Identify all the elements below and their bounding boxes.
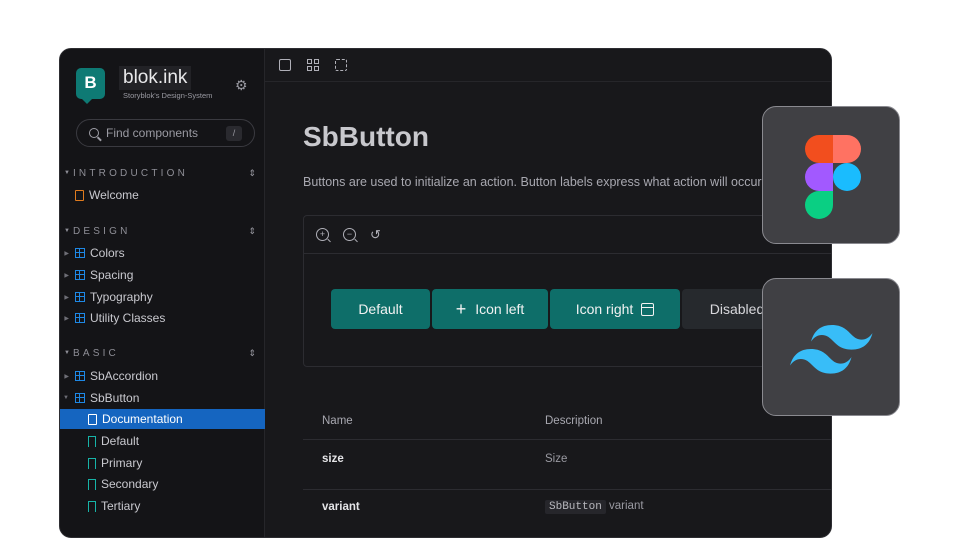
caret-right-icon: ▶ bbox=[64, 250, 69, 257]
caret-right-icon: ▶ bbox=[64, 315, 69, 322]
page-description: Buttons are used to initialize an action… bbox=[303, 175, 762, 189]
table-header-name: Name bbox=[322, 415, 353, 427]
sidebar-item-primary[interactable]: Primary bbox=[60, 453, 265, 473]
component-icon bbox=[75, 393, 85, 403]
table-divider bbox=[303, 489, 831, 490]
expand-collapse-icon[interactable]: ⇕ bbox=[248, 168, 256, 179]
sidebar-item-sbbutton[interactable]: ▼ SbButton bbox=[60, 388, 265, 408]
brand-logo-icon: B bbox=[76, 67, 105, 104]
reset-zoom-icon[interactable]: ↺ bbox=[370, 228, 381, 241]
table-cell-name: variant bbox=[322, 501, 360, 513]
sidebar-item-typography[interactable]: ▶ Typography bbox=[60, 287, 265, 307]
icon-right-button[interactable]: Icon right bbox=[550, 289, 680, 329]
zoom-out-icon[interactable]: − bbox=[343, 228, 356, 241]
expand-collapse-icon[interactable]: ⇕ bbox=[248, 348, 256, 359]
component-icon bbox=[75, 292, 85, 302]
sidebar: B blok.ink Storyblok's Design-System ⚙ F… bbox=[60, 49, 265, 537]
component-icon bbox=[75, 371, 85, 381]
outline-icon[interactable] bbox=[335, 59, 347, 71]
tailwind-logo-icon bbox=[790, 325, 873, 374]
story-bookmark-icon bbox=[88, 435, 96, 447]
expand-collapse-icon[interactable]: ⇕ bbox=[248, 226, 256, 237]
table-divider bbox=[303, 439, 831, 440]
toolbar bbox=[265, 49, 831, 82]
caret-down-icon: ▼ bbox=[64, 228, 70, 234]
brand[interactable]: B blok.ink Storyblok's Design-System bbox=[76, 66, 213, 104]
sidebar-item-secondary[interactable]: Secondary bbox=[60, 474, 265, 494]
image-icon[interactable] bbox=[279, 59, 291, 71]
sidebar-item-utility-classes[interactable]: ▶ Utility Classes bbox=[60, 308, 265, 328]
sidebar-item-colors[interactable]: ▶ Colors bbox=[60, 243, 265, 263]
table-cell-name: size bbox=[322, 453, 344, 465]
caret-right-icon: ▶ bbox=[64, 373, 69, 380]
table-header-description: Description bbox=[545, 415, 603, 427]
component-icon bbox=[75, 248, 85, 258]
default-button[interactable]: Default bbox=[331, 289, 430, 329]
section-introduction[interactable]: ▼ INTRODUCTION ⇕ bbox=[64, 165, 256, 181]
canvas-toolbar: + − ↺ bbox=[304, 216, 831, 254]
storybook-window: B blok.ink Storyblok's Design-System ⚙ F… bbox=[59, 48, 832, 538]
story-bookmark-icon bbox=[88, 478, 96, 490]
sidebar-item-spacing[interactable]: ▶ Spacing bbox=[60, 265, 265, 285]
gear-icon[interactable]: ⚙ bbox=[235, 78, 249, 92]
caret-down-icon: ▼ bbox=[64, 350, 70, 356]
component-icon bbox=[75, 270, 85, 280]
zoom-in-icon[interactable]: + bbox=[316, 228, 329, 241]
grid-icon[interactable] bbox=[307, 59, 319, 71]
brand-name: blok.ink bbox=[119, 66, 192, 90]
caret-down-icon: ▼ bbox=[63, 395, 69, 401]
calendar-icon bbox=[641, 302, 655, 316]
document-icon bbox=[75, 189, 84, 201]
section-design[interactable]: ▼ DESIGN ⇕ bbox=[64, 223, 256, 239]
plus-icon: + bbox=[455, 298, 467, 319]
code-chip: SbButton bbox=[545, 500, 606, 514]
sidebar-item-default[interactable]: Default bbox=[60, 431, 265, 451]
search-shortcut: / bbox=[226, 126, 242, 141]
brand-subtitle: Storyblok's Design-System bbox=[123, 91, 213, 100]
story-bookmark-icon bbox=[88, 500, 96, 512]
sidebar-item-tertiary[interactable]: Tertiary bbox=[60, 496, 265, 516]
component-icon bbox=[75, 313, 85, 323]
document-icon bbox=[88, 413, 97, 425]
icon-left-button[interactable]: + Icon left bbox=[432, 289, 548, 329]
sidebar-item-sbaccordion[interactable]: ▶ SbAccordion bbox=[60, 366, 265, 386]
table-cell-description: SbButton variant bbox=[545, 500, 644, 514]
figma-logo-icon bbox=[805, 135, 861, 219]
search-placeholder: Find components bbox=[106, 126, 199, 140]
tailwind-tile[interactable] bbox=[762, 278, 900, 416]
sidebar-item-documentation[interactable]: Documentation bbox=[60, 409, 265, 429]
caret-down-icon: ▼ bbox=[64, 170, 70, 176]
story-bookmark-icon bbox=[88, 457, 96, 469]
search-icon bbox=[89, 128, 99, 138]
caret-right-icon: ▶ bbox=[64, 294, 69, 301]
figma-tile[interactable] bbox=[762, 106, 900, 244]
sidebar-item-welcome[interactable]: Welcome bbox=[60, 185, 265, 205]
page-title: SbButton bbox=[303, 121, 429, 152]
section-basic[interactable]: ▼ BASIC ⇕ bbox=[64, 345, 256, 361]
table-cell-description: Size bbox=[545, 453, 568, 465]
caret-right-icon: ▶ bbox=[64, 272, 69, 279]
search-input[interactable]: Find components / bbox=[76, 119, 255, 147]
